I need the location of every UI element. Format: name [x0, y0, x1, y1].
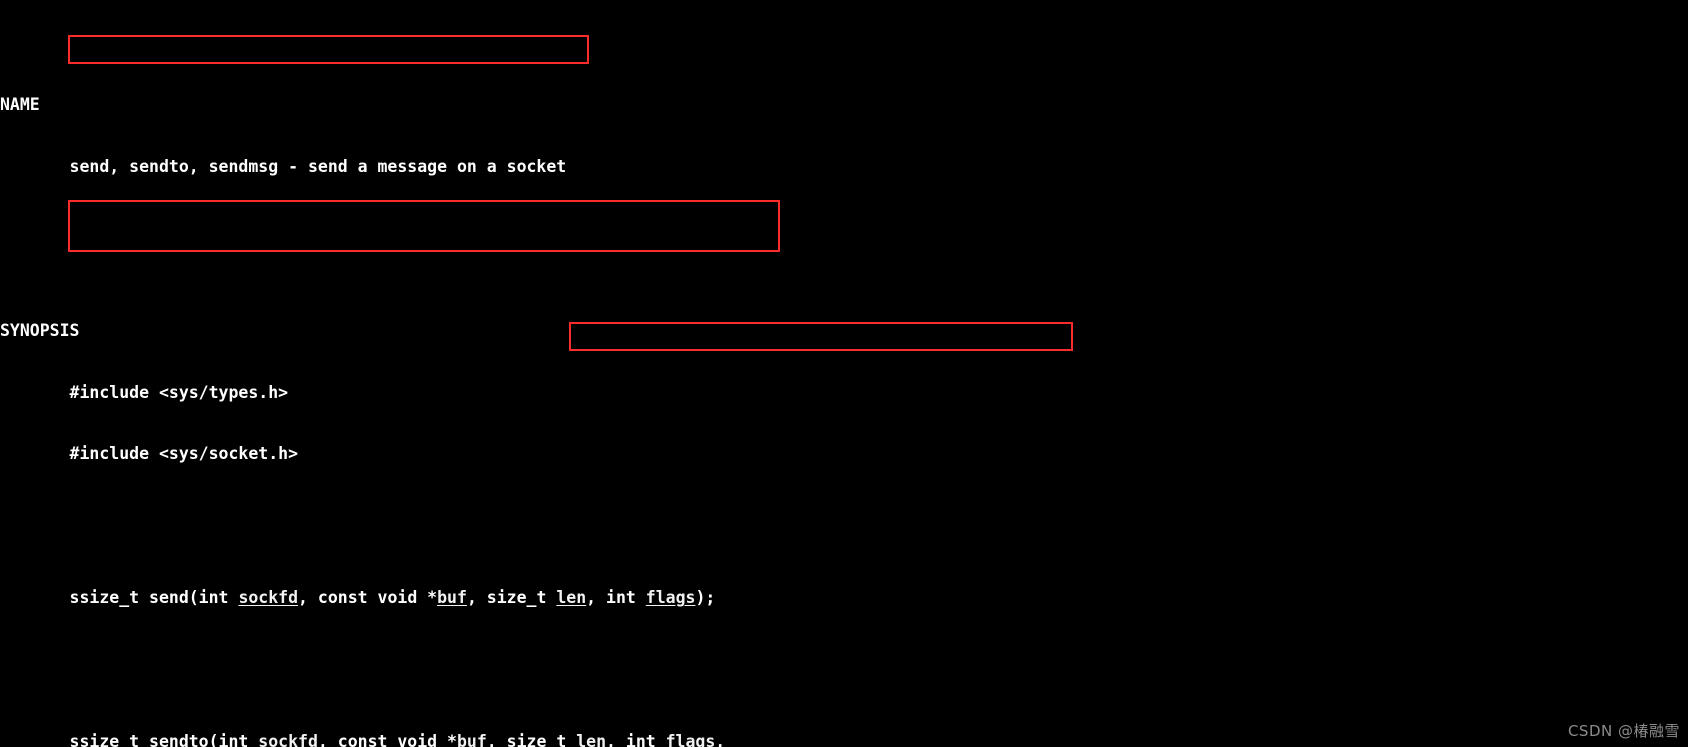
param-len: len: [576, 732, 607, 747]
section-heading-name: NAME: [0, 95, 40, 115]
name-line: send, sendto, sendmsg - send a message o…: [0, 157, 1480, 178]
param-sockfd: sockfd: [258, 732, 318, 747]
name-line-text: send, sendto, sendmsg - send a message o…: [69, 156, 567, 176]
param-buf: buf: [437, 588, 467, 608]
param-buf: buf: [456, 732, 487, 747]
synopsis-sendto-prototype-line1: ssize_t sendto(int sockfd, const void *b…: [0, 732, 1480, 747]
param-flags: flags: [645, 588, 696, 608]
watermark: CSDN @椿融雪: [1567, 722, 1680, 740]
param-sockfd: sockfd: [238, 588, 299, 608]
section-heading-synopsis: SYNOPSIS: [0, 321, 80, 341]
param-len: len: [556, 588, 587, 608]
synopsis-include-socket: #include <sys/socket.h>: [69, 444, 299, 464]
synopsis-send-prototype: ssize_t send(int sockfd, const void *buf…: [69, 588, 716, 608]
param-flags: flags: [665, 732, 716, 747]
synopsis-include-types: #include <sys/types.h>: [69, 382, 289, 402]
terminal-window: NAME send, sendto, sendmsg - send a mess…: [0, 0, 1688, 747]
man-page-content: NAME send, sendto, sendmsg - send a mess…: [0, 13, 1480, 747]
